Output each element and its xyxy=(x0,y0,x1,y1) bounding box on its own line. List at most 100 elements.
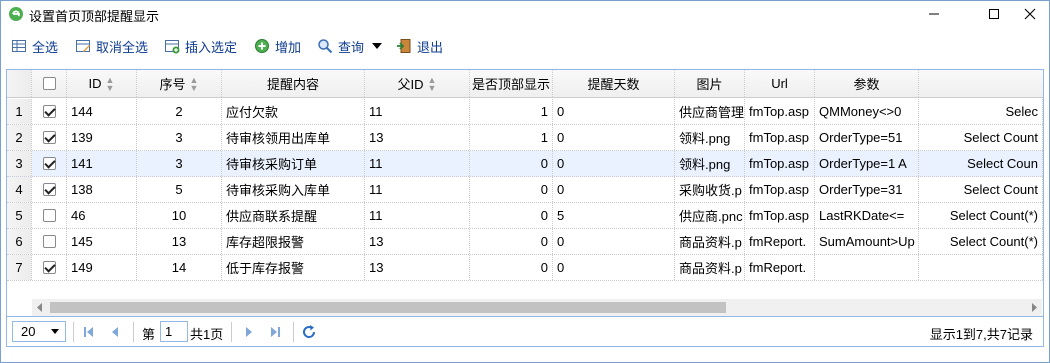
minimize-button[interactable] xyxy=(911,1,957,27)
cell-id: 138 xyxy=(67,177,137,202)
header-extra[interactable] xyxy=(919,70,1043,97)
maximize-icon xyxy=(989,9,999,19)
select-all-button[interactable]: 全选 xyxy=(11,35,58,57)
cell-parent-id: 11 xyxy=(365,203,470,228)
cell-rownum: 1 xyxy=(7,99,32,124)
cell-checked[interactable] xyxy=(32,203,67,228)
cell-extra: Select Count(*) xyxy=(919,229,1043,254)
insert-selected-button[interactable]: 插入选定 xyxy=(164,35,237,57)
table-edit-icon xyxy=(76,40,90,52)
add-button[interactable]: 增加 xyxy=(254,35,301,57)
divider xyxy=(293,322,294,342)
total-pages-label: 共1页 xyxy=(190,327,224,342)
header-url-label: Url xyxy=(771,76,788,91)
table-row[interactable]: 4 138 5 待审核采购入库单 11 0 0 采购收货.p fmTop.asp OrderTyp… xyxy=(7,177,1043,203)
cell-id: 149 xyxy=(67,255,137,280)
row-checkbox[interactable] xyxy=(42,183,56,196)
cell-remind-days: 0 xyxy=(553,99,675,124)
cell-remind-days: 0 xyxy=(553,229,675,254)
header-url[interactable]: Url xyxy=(745,70,815,97)
cell-params: LastRKDate<= xyxy=(815,203,919,228)
cell-image: 采购收货.p xyxy=(675,177,745,202)
page-number-input[interactable]: 1 xyxy=(160,321,188,342)
close-icon xyxy=(1024,8,1036,20)
row-checkbox[interactable] xyxy=(42,105,56,118)
table-row[interactable]: 7 149 14 低于库存报警 13 0 0 商品资料.p fmReport. xyxy=(7,255,1043,281)
minimize-icon xyxy=(929,13,939,15)
cell-parent-id: 11 xyxy=(365,177,470,202)
cell-params: OrderType=31 xyxy=(815,177,919,202)
prev-page-icon[interactable] xyxy=(107,324,123,340)
cell-id: 141 xyxy=(67,151,137,176)
cell-checked[interactable] xyxy=(32,177,67,202)
cell-content: 应付欠款 xyxy=(222,99,365,124)
cell-params: QMMoney<>0 xyxy=(815,99,919,124)
cell-params: SumAmount>Up xyxy=(815,229,919,254)
row-checkbox[interactable] xyxy=(42,235,56,248)
cell-checked[interactable] xyxy=(32,99,67,124)
check-all-checkbox[interactable] xyxy=(42,77,56,90)
header-image[interactable]: 图片 xyxy=(675,70,745,97)
exit-door-icon xyxy=(397,39,411,53)
cell-remind-days: 0 xyxy=(553,255,675,280)
header-parent-id[interactable]: 父ID ▲ ▼ xyxy=(365,70,470,97)
header-params[interactable]: 参数 xyxy=(815,70,919,97)
next-page-icon[interactable] xyxy=(241,324,257,340)
cell-url: fmReport. xyxy=(745,255,815,280)
page-size-select[interactable]: 20 xyxy=(12,321,66,342)
header-id[interactable]: ID ▲ ▼ xyxy=(67,70,137,97)
cell-remind-days: 0 xyxy=(553,125,675,150)
cell-image: 商品资料.p xyxy=(675,255,745,280)
cell-extra: Select Count(*) xyxy=(919,203,1043,228)
cell-image: 供应商.pnc xyxy=(675,203,745,228)
header-seq[interactable]: 序号 ▲ ▼ xyxy=(137,70,222,97)
cell-checked[interactable] xyxy=(32,151,67,176)
header-top-display[interactable]: 是否顶部显示 xyxy=(470,70,553,97)
exit-button[interactable]: 退出 xyxy=(396,35,443,57)
header-image-label: 图片 xyxy=(696,77,723,92)
cell-params: OrderType=1 A xyxy=(815,151,919,176)
cell-seq: 10 xyxy=(137,203,222,228)
row-checkbox[interactable] xyxy=(42,157,56,170)
header-remind-days[interactable]: 提醒天数 xyxy=(553,70,675,97)
scrollbar-thumb[interactable] xyxy=(50,302,726,313)
horizontal-scrollbar[interactable] xyxy=(32,299,1042,316)
table-row[interactable]: 1 144 2 应付欠款 11 1 0 供应商管理 fmTop.asp QMMoney<>0 Sel… xyxy=(7,99,1043,125)
cell-top-display: 0 xyxy=(470,229,553,254)
close-button[interactable] xyxy=(1007,1,1050,27)
query-button[interactable]: 查询 xyxy=(317,35,383,57)
cell-rownum: 7 xyxy=(7,255,32,280)
table-row[interactable]: 6 145 13 库存超限报警 13 0 0 商品资料.p fmReport. SumAmount… xyxy=(7,229,1043,255)
sort-icon: ▲ ▼ xyxy=(105,74,115,93)
cell-checked[interactable] xyxy=(32,255,67,280)
row-checkbox[interactable] xyxy=(42,261,56,274)
header-parent-id-label: 父ID xyxy=(397,77,424,92)
data-grid: ID ▲ ▼ 序号 ▲ ▼ 提醒内容 父ID ▲ ▼ 是否顶部显示 提醒天数 图片 Url xyxy=(6,69,1044,317)
cell-url: fmTop.asp xyxy=(745,151,815,176)
header-content[interactable]: 提醒内容 xyxy=(222,70,365,97)
last-page-icon[interactable] xyxy=(267,324,283,340)
cell-checked[interactable] xyxy=(32,229,67,254)
scroll-right-icon[interactable] xyxy=(1028,299,1040,316)
row-checkbox[interactable] xyxy=(42,131,56,144)
table-row[interactable]: 5 46 10 供应商联系提醒 11 0 5 供应商.pnc fmTop.asp LastRKDa… xyxy=(7,203,1043,229)
cell-checked[interactable] xyxy=(32,125,67,150)
check-all-header[interactable] xyxy=(32,70,67,97)
cell-seq: 2 xyxy=(137,99,222,124)
cell-remind-days: 5 xyxy=(553,203,675,228)
cell-rownum: 4 xyxy=(7,177,32,202)
divider xyxy=(133,322,134,342)
cell-seq: 3 xyxy=(137,151,222,176)
table-row[interactable]: 2 139 3 待审核领用出库单 13 1 0 领料.png fmTop.asp OrderTyp… xyxy=(7,125,1043,151)
table-row[interactable]: 3 141 3 待审核采购订单 11 0 0 领料.png fmTop.asp OrderType… xyxy=(7,151,1043,177)
refresh-icon[interactable] xyxy=(301,324,317,340)
cell-top-display: 1 xyxy=(470,99,553,124)
select-all-label: 全选 xyxy=(32,39,59,55)
scroll-left-icon[interactable] xyxy=(34,299,46,316)
cell-url: fmTop.asp xyxy=(745,203,815,228)
deselect-all-button[interactable]: 取消全选 xyxy=(75,35,148,57)
first-page-icon[interactable] xyxy=(81,324,97,340)
cell-rownum: 5 xyxy=(7,203,32,228)
cell-extra xyxy=(919,255,1043,280)
row-checkbox[interactable] xyxy=(42,209,56,222)
